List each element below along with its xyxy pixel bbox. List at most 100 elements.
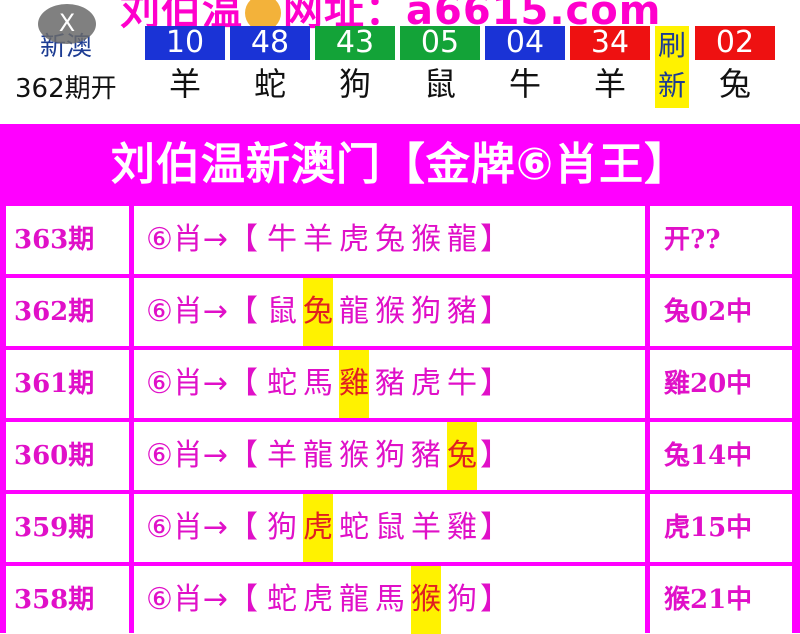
zodiac-item: 狗: [411, 294, 442, 329]
zodiac-item: 馬: [303, 366, 334, 401]
table-row: 360期 ⑥肖→【羊龍猴狗豬兔】兔14中: [6, 422, 792, 490]
zodiac-item: 虎: [411, 366, 442, 401]
prediction-prefix: ⑥肖→【: [146, 438, 259, 473]
zodiac-item: 猴: [339, 438, 370, 473]
prediction-cell: ⑥肖→【牛羊虎兔猴龍】: [134, 206, 645, 274]
result-cell: 雞20中: [650, 350, 792, 418]
prediction-suffix: 】: [480, 438, 511, 473]
zodiac-item: 狗: [447, 582, 478, 617]
zodiac-item: 蛇: [267, 582, 298, 617]
ball-zodiac: 狗: [338, 65, 371, 103]
prediction-suffix: 】: [480, 366, 511, 401]
zodiac-item: 羊: [303, 222, 334, 257]
ball-zodiac: 羊: [168, 65, 201, 103]
result-cell: 虎15中: [650, 494, 792, 562]
period-cell: 358期: [6, 566, 129, 634]
zodiac-item: 豬: [447, 294, 478, 329]
zodiac-item: 龍: [447, 222, 478, 257]
zodiac-item: 牛: [447, 366, 478, 401]
prediction-suffix: 】: [480, 510, 511, 545]
ball-number: 04: [485, 26, 565, 60]
prediction-suffix: 】: [480, 582, 511, 617]
table-row: 363期 ⑥肖→【牛羊虎兔猴龍】开??: [6, 206, 792, 274]
prediction-panel: 刘伯温新澳门【金牌⑥肖王】 363期 ⑥肖→【牛羊虎兔猴龍】开?? 362期 ⑥肖→【…: [0, 124, 800, 634]
prediction-suffix: 】: [480, 222, 511, 257]
prediction-prefix: ⑥肖→【: [146, 294, 259, 329]
zodiac-item: 虎: [339, 222, 370, 257]
zodiac-item: 羊: [267, 438, 298, 473]
zodiac-item: 豬: [375, 366, 406, 401]
zodiac-item: 兔: [375, 222, 406, 257]
ball-number: 34: [570, 26, 650, 60]
period-cell: 362期: [6, 278, 129, 346]
zodiac-item: 羊: [411, 510, 442, 545]
ball-zodiac: 鼠: [423, 65, 456, 103]
prediction-prefix: ⑥肖→【: [146, 510, 259, 545]
prediction-cell: ⑥肖→【狗虎蛇鼠羊雞】: [134, 494, 645, 562]
zodiac-hit: 兔: [303, 278, 334, 346]
result-cell: 兔02中: [650, 278, 792, 346]
zodiac-item: 雞: [447, 510, 478, 545]
ball-zodiac: 羊: [593, 65, 626, 103]
zodiac-item: 馬: [375, 582, 406, 617]
zodiac-item: 狗: [375, 438, 406, 473]
zodiac-hit: 猴: [411, 566, 442, 634]
ball-number: 48: [230, 26, 310, 60]
zodiac-item: 猴: [375, 294, 406, 329]
prediction-prefix: ⑥肖→【: [146, 366, 259, 401]
draw-ball: 05 鼠: [400, 26, 480, 104]
period-cell: 363期: [6, 206, 129, 274]
prediction-prefix: ⑥肖→【: [146, 582, 259, 617]
period-cell: 360期: [6, 422, 129, 490]
prediction-prefix: ⑥肖→【: [146, 222, 259, 257]
refresh-label-1: 刷: [657, 29, 686, 62]
table-row: 359期 ⑥肖→【狗虎蛇鼠羊雞】虎15中: [6, 494, 792, 562]
draw-ball: 04 牛: [485, 26, 565, 104]
table-row: 362期 ⑥肖→【鼠兔龍猴狗豬】兔02中: [6, 278, 792, 346]
zodiac-item: 虎: [303, 582, 334, 617]
prediction-cell: ⑥肖→【蛇馬雞豬虎牛】: [134, 350, 645, 418]
zodiac-item: 豬: [411, 438, 442, 473]
ball-number: 43: [315, 26, 395, 60]
zodiac-item: 蛇: [267, 366, 298, 401]
ball-number: 02: [695, 26, 775, 60]
draw-ball: 43 狗: [315, 26, 395, 104]
zodiac-item: 鼠: [267, 294, 298, 329]
ball-zodiac: 牛: [508, 65, 541, 103]
period-cell: 359期: [6, 494, 129, 562]
table-row: 361期 ⑥肖→【蛇馬雞豬虎牛】雞20中: [6, 350, 792, 418]
zodiac-item: 龍: [339, 582, 370, 617]
zodiac-hit: 虎: [303, 494, 334, 562]
top-header: 刘伯温 网址：a6615.com 新澳 X 362期开 10 羊 48 蛇 43 …: [0, 0, 800, 118]
panel-title: 刘伯温新澳门【金牌⑥肖王】: [110, 139, 690, 190]
refresh-label-2: 新: [657, 69, 686, 102]
zodiac-item: 牛: [267, 222, 298, 257]
table-row: 358期 ⑥肖→【蛇虎龍馬猴狗】猴21中: [6, 566, 792, 634]
result-cell: 兔14中: [650, 422, 792, 490]
zodiac-item: 蛇: [339, 510, 370, 545]
ball-number: 10: [145, 26, 225, 60]
zodiac-item: 鼠: [375, 510, 406, 545]
period-open-label: 362期开: [15, 74, 117, 104]
prediction-cell: ⑥肖→【鼠兔龍猴狗豬】: [134, 278, 645, 346]
refresh-button[interactable]: 刷 新: [655, 26, 689, 108]
draw-ball: 34 羊: [570, 26, 650, 104]
period-cell: 361期: [6, 350, 129, 418]
prediction-cell: ⑥肖→【羊龍猴狗豬兔】: [134, 422, 645, 490]
zodiac-hit: 兔: [447, 422, 478, 490]
zodiac-hit: 雞: [339, 350, 370, 418]
draw-ball: 48 蛇: [230, 26, 310, 104]
zodiac-item: 猴: [411, 222, 442, 257]
zodiac-item: 龍: [339, 294, 370, 329]
draw-ball: 10 羊: [145, 26, 225, 104]
ball-number: 05: [400, 26, 480, 60]
zodiac-item: 狗: [267, 510, 298, 545]
draw-ball-special: 02 兔: [695, 26, 775, 104]
close-button[interactable]: X: [38, 4, 96, 44]
zodiac-item: 龍: [303, 438, 334, 473]
prediction-cell: ⑥肖→【蛇虎龍馬猴狗】: [134, 566, 645, 634]
result-cell: 开??: [650, 206, 792, 274]
prediction-suffix: 】: [480, 294, 511, 329]
ball-zodiac: 兔: [718, 65, 751, 103]
ball-zodiac: 蛇: [253, 65, 286, 103]
